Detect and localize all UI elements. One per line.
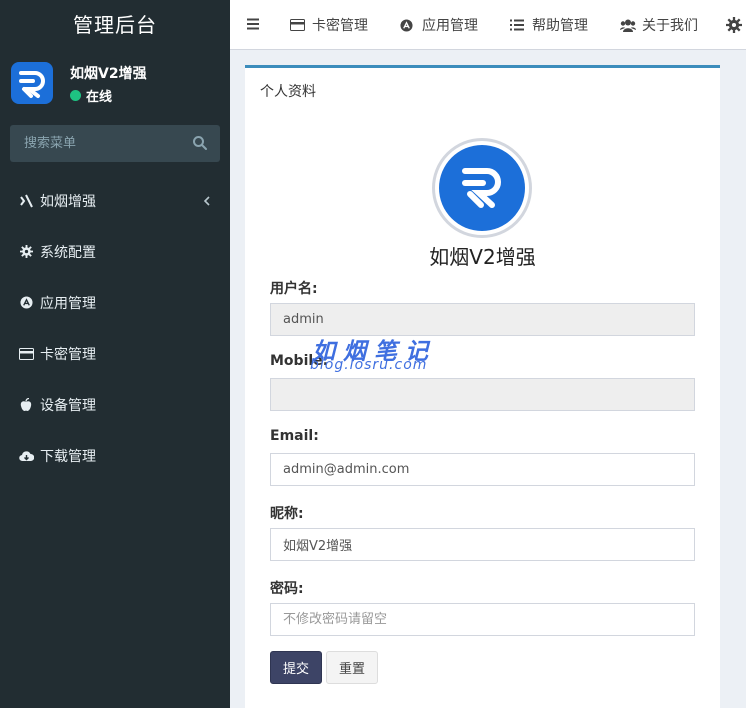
app-store-icon [18, 295, 34, 311]
online-dot-icon [70, 90, 81, 101]
profile-name: 如烟V2增强 [429, 245, 536, 269]
app-store-icon [400, 18, 416, 32]
email-field[interactable] [270, 453, 695, 486]
sidebar-item-label: 卡密管理 [40, 346, 96, 363]
sidebar-item-label: 系统配置 [40, 244, 96, 261]
panel-title: 个人资料 [260, 84, 316, 100]
topbar: 卡密管理 应用管理 帮助管理 关于我们 [230, 0, 746, 50]
hamburger-menu-icon[interactable] [246, 17, 260, 31]
sidebar-item-download-manage[interactable]: 下载管理 [0, 430, 230, 481]
reset-button[interactable]: 重置 [326, 651, 378, 684]
top-nav-card-manage[interactable]: 卡密管理 [290, 15, 368, 35]
sidebar-item-label: 应用管理 [40, 295, 96, 312]
status-text: 在线 [86, 90, 113, 105]
top-nav: 卡密管理 应用管理 帮助管理 关于我们 [290, 0, 730, 50]
credit-card-icon [18, 346, 34, 362]
user-panel: 如烟V2增强 在线 [0, 50, 230, 122]
top-nav-label: 应用管理 [422, 18, 478, 34]
search-box [10, 125, 220, 162]
sidebar-item-ruyan-enhance[interactable]: 如烟增强 [0, 175, 230, 226]
avatar [11, 62, 53, 104]
sidebar-item-system-config[interactable]: 系统配置 [0, 226, 230, 277]
sidebar-item-device-manage[interactable]: 设备管理 [0, 379, 230, 430]
list-icon [510, 18, 526, 32]
sidebar-item-app-manage[interactable]: 应用管理 [0, 277, 230, 328]
user-status: 在线 [70, 86, 112, 105]
watermark-url: blog.iosru.com [310, 357, 428, 373]
username-label: 用户名: [270, 281, 318, 297]
top-nav-help-manage[interactable]: 帮助管理 [510, 15, 588, 35]
mobile-field[interactable] [270, 378, 695, 411]
top-nav-label: 帮助管理 [532, 18, 588, 34]
sidebar-item-label: 下载管理 [40, 448, 96, 465]
credit-card-icon [290, 18, 306, 32]
chevron-left-icon [203, 196, 210, 206]
apple-icon [18, 397, 34, 413]
password-label: 密码: [270, 581, 304, 597]
app-logo-icon [462, 168, 501, 208]
profile-panel: 个人资料 如烟V2增强 用户名: Mobile: Email: 昵称: 密码: … [245, 65, 720, 708]
user-name: 如烟V2增强 [70, 66, 147, 82]
cloud-download-icon [18, 448, 34, 464]
sidebar-menu: 如烟增强 系统配置 应用管理 卡密管理 设备管理 下载管理 [0, 175, 230, 481]
email-label: Email: [270, 428, 319, 444]
top-nav-app-manage[interactable]: 应用管理 [400, 15, 478, 35]
sidebar-item-label: 如烟增强 [40, 193, 96, 210]
users-icon [620, 18, 636, 32]
search-input[interactable] [10, 125, 180, 162]
gear-icon [18, 244, 34, 260]
sidebar: 管理后台 如烟V2增强 在线 如烟增强 [0, 0, 230, 708]
nickname-field[interactable] [270, 528, 695, 561]
brand-title[interactable]: 管理后台 [0, 0, 230, 50]
top-nav-label: 关于我们 [642, 18, 698, 34]
nickname-label: 昵称: [270, 506, 304, 522]
top-nav-label: 卡密管理 [312, 18, 368, 34]
gear-icon[interactable] [726, 17, 742, 33]
submit-button[interactable]: 提交 [270, 651, 322, 684]
top-nav-about-us[interactable]: 关于我们 [620, 15, 698, 35]
sidebar-item-card-manage[interactable]: 卡密管理 [0, 328, 230, 379]
sidebar-item-label: 设备管理 [40, 397, 96, 414]
xing-icon [18, 193, 34, 209]
password-field[interactable] [270, 603, 695, 636]
search-icon[interactable] [192, 135, 208, 151]
profile-avatar [432, 138, 532, 238]
